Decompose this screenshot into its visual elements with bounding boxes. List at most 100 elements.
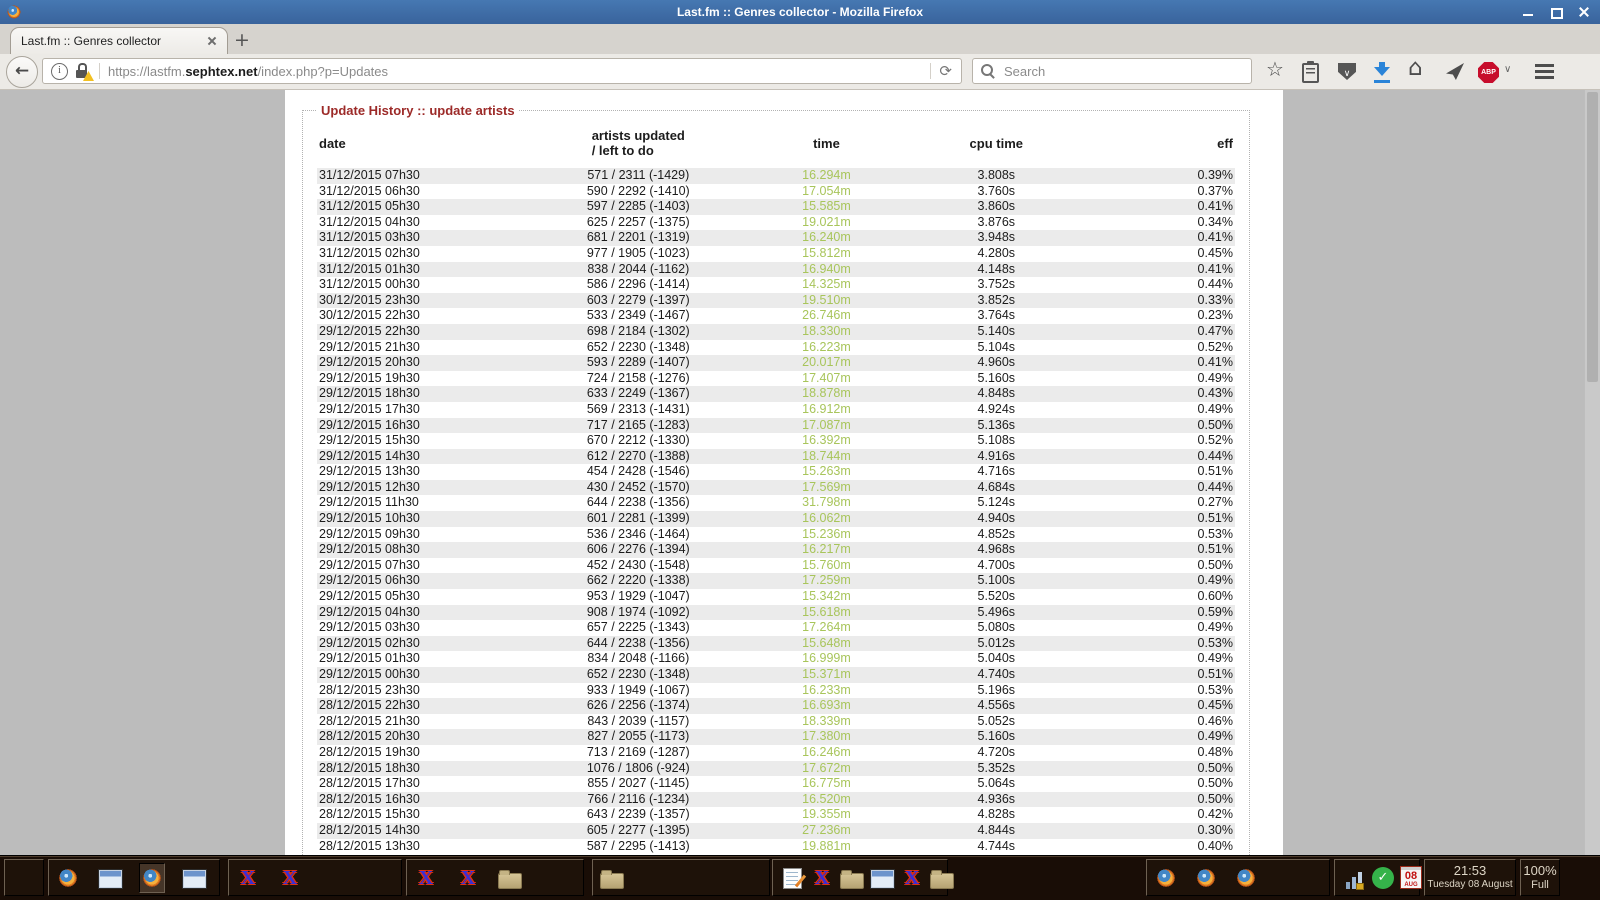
search-bar[interactable] <box>972 58 1252 84</box>
xterm-taskbar-button[interactable]: X <box>235 863 261 893</box>
firefox-taskbar-button[interactable] <box>1153 863 1179 893</box>
folder-taskbar-button[interactable] <box>599 863 625 893</box>
window-titlebar: Last.fm :: Genres collector - Mozilla Fi… <box>0 0 1600 24</box>
network-signal-icon[interactable] <box>1344 867 1366 889</box>
eff-cell: 0.51% <box>1079 511 1235 527</box>
firefox-taskbar-button[interactable] <box>1233 863 1259 893</box>
firefox-taskbar-button[interactable] <box>139 863 165 893</box>
search-input[interactable] <box>1002 63 1251 80</box>
reading-list-icon[interactable] <box>1302 63 1319 83</box>
time-cell: 17.672m <box>739 761 913 777</box>
artists-cell: 533 / 2349 (-1467) <box>537 308 739 324</box>
table-row: 31/12/2015 00h30586 / 2296 (-1414)14.325… <box>317 277 1235 293</box>
table-row: 28/12/2015 20h30827 / 2055 (-1173)17.380… <box>317 729 1235 745</box>
notepad-taskbar-button[interactable] <box>779 863 805 893</box>
table-row: 30/12/2015 23h30603 / 2279 (-1397)19.510… <box>317 293 1235 309</box>
firefox-taskbar-button[interactable] <box>1193 863 1219 893</box>
tab-close-icon[interactable] <box>207 36 217 46</box>
artists-cell: 601 / 2281 (-1399) <box>537 511 739 527</box>
xterm-taskbar-button[interactable]: X <box>277 863 303 893</box>
date-cell: 29/12/2015 13h30 <box>317 464 537 480</box>
xterm-taskbar-button[interactable]: X <box>899 863 925 893</box>
window-taskbar-button[interactable] <box>869 863 895 893</box>
calendar-icon[interactable]: 08 AUG <box>1400 866 1422 889</box>
back-button[interactable]: ← <box>6 56 38 88</box>
adblock-icon[interactable]: ABP <box>1478 62 1499 83</box>
cpu-time-cell: 4.740s <box>914 667 1079 683</box>
date-cell: 31/12/2015 02h30 <box>317 246 537 262</box>
url-domain: sephtex.net <box>185 64 257 79</box>
table-row: 31/12/2015 06h30590 / 2292 (-1410)17.054… <box>317 184 1235 200</box>
table-row: 29/12/2015 20h30593 / 2289 (-1407)20.017… <box>317 355 1235 371</box>
table-row: 29/12/2015 14h30612 / 2270 (-1388)18.744… <box>317 449 1235 465</box>
firefox-taskbar-button[interactable] <box>55 863 81 893</box>
date-cell: 29/12/2015 18h30 <box>317 386 537 402</box>
table-row: 28/12/2015 16h30766 / 2116 (-1234)16.520… <box>317 792 1235 808</box>
artists-cell: 855 / 2027 (-1145) <box>537 776 739 792</box>
time-cell: 15.342m <box>739 589 913 605</box>
eff-cell: 0.42% <box>1079 807 1235 823</box>
scrollbar[interactable] <box>1584 90 1600 855</box>
table-row: 29/12/2015 04h30908 / 1974 (-1092)15.618… <box>317 605 1235 621</box>
table-row: 29/12/2015 06h30662 / 2220 (-1338)17.259… <box>317 573 1235 589</box>
eff-cell: 0.49% <box>1079 402 1235 418</box>
menu-icon[interactable] <box>1535 64 1554 79</box>
time-cell: 19.355m <box>739 807 913 823</box>
cpu-time-cell: 4.556s <box>914 698 1079 714</box>
time-cell: 17.264m <box>739 620 913 636</box>
downloads-icon[interactable] <box>1374 62 1390 83</box>
scrollbar-thumb[interactable] <box>1587 92 1598 382</box>
close-window-button[interactable] <box>1578 6 1590 18</box>
window-title: Last.fm :: Genres collector - Mozilla Fi… <box>0 5 1600 19</box>
tab-lastfm-genres-collector[interactable]: Last.fm :: Genres collector <box>10 27 228 54</box>
xterm-taskbar-button[interactable]: X <box>455 863 481 893</box>
eff-cell: 0.39% <box>1079 168 1235 184</box>
table-row: 29/12/2015 22h30698 / 2184 (-1302)18.330… <box>317 324 1235 340</box>
taskbar-group <box>1146 859 1330 896</box>
reload-icon[interactable]: ⟳ <box>939 62 952 80</box>
folder-taskbar-button[interactable] <box>929 863 955 893</box>
table-row: 29/12/2015 13h30454 / 2428 (-1546)15.263… <box>317 464 1235 480</box>
eff-cell: 0.49% <box>1079 729 1235 745</box>
eff-cell: 0.49% <box>1079 620 1235 636</box>
page-info-icon[interactable]: i <box>51 63 68 80</box>
time-cell: 15.236m <box>739 527 913 543</box>
artists-cell: 644 / 2238 (-1356) <box>537 636 739 652</box>
cpu-time-cell: 3.948s <box>914 230 1079 246</box>
artists-cell: 603 / 2279 (-1397) <box>537 293 739 309</box>
url-bar[interactable]: i https://lastfm.sephtex.net/index.php?p… <box>42 58 962 84</box>
folder-taskbar-button[interactable] <box>839 863 865 893</box>
update-check-icon[interactable]: ✓ <box>1372 867 1394 889</box>
maximize-button[interactable] <box>1550 6 1562 18</box>
xterm-taskbar-button[interactable]: X <box>809 863 835 893</box>
window-taskbar-button[interactable] <box>181 863 207 893</box>
mixed-content-lock-icon[interactable] <box>75 63 91 79</box>
date-cell: 29/12/2015 10h30 <box>317 511 537 527</box>
date-cell: 28/12/2015 21h30 <box>317 714 537 730</box>
table-row: 29/12/2015 19h30724 / 2158 (-1276)17.407… <box>317 371 1235 387</box>
eff-cell: 0.30% <box>1079 823 1235 839</box>
date-cell: 31/12/2015 05h30 <box>317 199 537 215</box>
pocket-icon[interactable]: ∨ <box>1338 63 1356 80</box>
new-tab-button[interactable]: + <box>230 29 254 51</box>
time-cell: 27.236m <box>739 823 913 839</box>
adblock-dropdown-icon[interactable]: ∨ <box>1504 64 1511 75</box>
xterm-icon: X <box>279 867 301 889</box>
xterm-taskbar-button[interactable]: X <box>413 863 439 893</box>
table-row: 29/12/2015 03h30657 / 2225 (-1343)17.264… <box>317 620 1235 636</box>
folder-taskbar-button[interactable] <box>497 863 523 893</box>
bookmark-star-icon[interactable]: ☆ <box>1266 57 1284 81</box>
cpu-time-cell: 4.916s <box>914 449 1079 465</box>
firefox-icon <box>1235 867 1257 889</box>
window-taskbar-button[interactable] <box>97 863 123 893</box>
date-cell: 28/12/2015 22h30 <box>317 698 537 714</box>
artists-cell: 625 / 2257 (-1375) <box>537 215 739 231</box>
home-icon[interactable]: ⌂ <box>1408 55 1423 81</box>
artists-cell: 670 / 2212 (-1330) <box>537 433 739 449</box>
time-cell: 31.798m <box>739 495 913 511</box>
eff-cell: 0.47% <box>1079 324 1235 340</box>
minimize-button[interactable] <box>1522 6 1534 18</box>
share-icon[interactable] <box>1446 63 1464 80</box>
table-row: 29/12/2015 00h30652 / 2230 (-1348)15.371… <box>317 667 1235 683</box>
eff-cell: 0.44% <box>1079 277 1235 293</box>
